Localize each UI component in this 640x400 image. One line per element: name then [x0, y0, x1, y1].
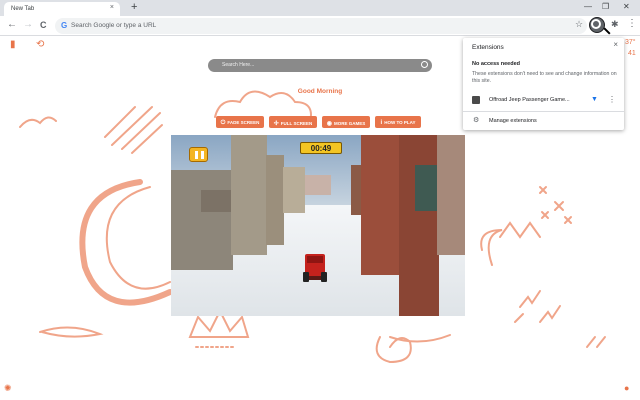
- building-distant: [305, 175, 331, 195]
- extension-item-label[interactable]: Offroad Jeep Passenger Game...: [489, 97, 570, 103]
- google-icon: G: [61, 21, 68, 30]
- window-left: [201, 190, 231, 212]
- pin-icon[interactable]: ▼: [591, 96, 598, 103]
- bookmark-star-icon[interactable]: ☆: [575, 19, 583, 30]
- manage-extensions-link[interactable]: Manage extensions: [489, 118, 537, 124]
- weather-detail: 41: [628, 50, 636, 57]
- magnifier-handle: [603, 27, 611, 35]
- extensions-popup: Extensions × No access needed These exte…: [463, 38, 624, 130]
- tab-close-icon[interactable]: ×: [110, 4, 114, 11]
- building-right-1: [361, 135, 401, 275]
- tab-strip: New Tab × + — ❐ ✕: [0, 0, 640, 16]
- reload-icon[interactable]: C: [40, 20, 47, 30]
- how-to-play-label: HOW TO PLAY: [384, 120, 416, 125]
- bookmark-icon[interactable]: ▮: [10, 39, 16, 50]
- history-icon[interactable]: ⟲: [36, 39, 44, 50]
- omnibox[interactable]: G Search Google or type a URL: [55, 18, 587, 34]
- building-right-0: [351, 165, 361, 215]
- restore-button[interactable]: ❐: [602, 2, 609, 11]
- full-screen-button[interactable]: ✢ FULL SCREEN: [269, 116, 317, 128]
- game-timer: 00:49: [300, 142, 342, 154]
- extension-item-icon: [472, 96, 480, 104]
- extension-more-icon[interactable]: ⋮: [608, 95, 616, 104]
- close-window-button[interactable]: ✕: [623, 2, 630, 11]
- building-left-3: [266, 155, 284, 245]
- no-access-heading: No access needed: [472, 61, 520, 67]
- new-tab-button[interactable]: +: [131, 1, 137, 13]
- power-icon: ⏻: [220, 120, 226, 126]
- extensions-title: Extensions: [472, 44, 504, 51]
- building-right-2: [399, 135, 439, 316]
- building-left-4: [283, 167, 305, 213]
- fade-screen-label: FADE SCREEN: [227, 120, 260, 125]
- game-canvas[interactable]: 00:49: [171, 135, 465, 316]
- pause-button[interactable]: [189, 147, 208, 162]
- search-placeholder: Search Here...: [222, 62, 255, 68]
- info-corner-icon[interactable]: ●: [624, 383, 629, 393]
- gear-icon: ⚙: [473, 117, 480, 124]
- more-games-label: MORE GAMES: [333, 121, 366, 126]
- more-games-button[interactable]: ◉ MORE GAMES: [322, 116, 370, 128]
- extensions-puzzle-icon[interactable]: ✱: [611, 19, 619, 30]
- search-icon[interactable]: [421, 61, 428, 68]
- fade-screen-button[interactable]: ⏻ FADE SCREEN: [216, 116, 264, 128]
- magnifier-cursor-icon: [591, 19, 601, 29]
- building-right-3: [437, 135, 465, 255]
- search-input[interactable]: Search Here...: [208, 59, 432, 72]
- building-left-2: [231, 135, 267, 255]
- popup-close-icon[interactable]: ×: [613, 40, 618, 49]
- pause-bar-right: [201, 151, 204, 159]
- weather-temperature: 37°: [625, 39, 636, 46]
- omnibox-placeholder: Search Google or type a URL: [71, 22, 157, 29]
- forward-icon[interactable]: →: [23, 19, 33, 30]
- red-jeep-sprite: [303, 254, 327, 282]
- game-controls: ⏻ FADE SCREEN ✢ FULL SCREEN ◉ MORE GAMES iH…: [216, 116, 426, 128]
- tab-title: New Tab: [11, 6, 35, 12]
- minimize-button[interactable]: —: [584, 2, 592, 11]
- no-access-description: These extensions don't need to see and c…: [472, 71, 617, 85]
- pause-bar-left: [195, 151, 198, 159]
- full-screen-label: FULL SCREEN: [280, 121, 313, 126]
- settings-icon[interactable]: ✺: [4, 383, 12, 394]
- how-to-play-button[interactable]: i HOW TO PLAY: [375, 116, 421, 128]
- building-left-1: [171, 170, 233, 270]
- tab-new-tab[interactable]: New Tab ×: [4, 2, 120, 16]
- browser-toolbar: ← → C G Search Google or type a URL ☆ ✱ …: [0, 16, 640, 36]
- expand-icon: ✢: [273, 121, 279, 127]
- chrome-menu-icon[interactable]: ⋮: [627, 18, 637, 29]
- popup-divider: [463, 111, 624, 112]
- gamepad-icon: ◉: [326, 121, 332, 127]
- back-icon[interactable]: ←: [7, 19, 17, 30]
- info-icon: i: [380, 120, 383, 126]
